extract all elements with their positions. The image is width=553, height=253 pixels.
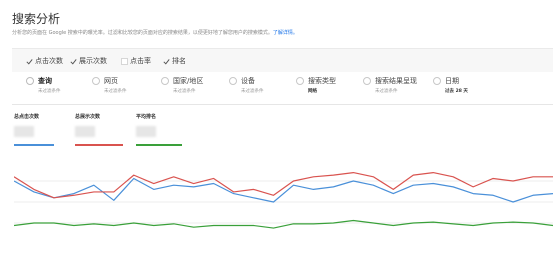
stat-color-line <box>75 144 123 146</box>
description-text: 分析您的页面在 Google 搜索中的曝光率。过滤和比较您的页面对应的搜索结果，… <box>12 30 273 36</box>
metric-toggle-impressions[interactable]: 展示次数 <box>70 56 107 66</box>
dimension-filter: 未过滤条件 <box>241 89 264 94</box>
dimension-label: 日期 <box>445 77 459 85</box>
dimension-label: 搜索结果呈现 <box>375 77 417 85</box>
dimension-label: 查询 <box>38 77 52 85</box>
stat-color-line <box>14 144 54 146</box>
dimension-bar: 查询 未过滤条件 网页 未过滤条件 国家/地区 未过滤条件 设备 未过滤条件 搜… <box>12 72 553 105</box>
dimension-label: 设备 <box>241 77 255 85</box>
dimension-filter: 网络 <box>308 89 317 94</box>
checkmark-icon <box>70 58 77 65</box>
radio-icon <box>229 77 237 85</box>
stat-total-clicks: 总点击次数 <box>14 113 54 146</box>
dimension-filter: 未过滤条件 <box>38 89 61 94</box>
dimension-filter: 未过滤条件 <box>173 89 196 94</box>
metric-label: 点击次数 <box>35 57 63 65</box>
stat-color-line <box>136 144 182 146</box>
checkmark-icon <box>163 58 170 65</box>
performance-line-chart <box>14 172 553 229</box>
stat-label: 总点击次数 <box>14 114 40 120</box>
radio-icon <box>161 77 169 85</box>
clicks-series-line <box>14 177 553 203</box>
stat-average-position: 平均排名 <box>136 113 182 146</box>
checkmark-icon <box>26 58 33 65</box>
stat-value-redacted <box>136 126 156 137</box>
learn-more-link[interactable]: 了解详情。 <box>273 30 298 36</box>
checkbox-icon <box>121 57 128 65</box>
position-series-line <box>14 219 553 229</box>
metric-label: 展示次数 <box>79 57 107 65</box>
dimension-label: 搜索类型 <box>308 77 336 85</box>
dimension-filter: 未过滤条件 <box>104 89 127 94</box>
stat-value-redacted <box>75 126 95 137</box>
metric-toggle-clicks[interactable]: 点击次数 <box>26 56 63 66</box>
stat-label: 平均排名 <box>136 114 157 120</box>
radio-icon <box>92 77 100 85</box>
radio-icon <box>433 77 441 85</box>
metric-toggle-bar: 点击次数 展示次数 点击率 排名 <box>12 48 553 74</box>
dimension-label: 网页 <box>104 77 118 85</box>
dimension-label: 国家/地区 <box>173 77 204 85</box>
page-title: 搜索分析 <box>12 12 61 26</box>
stat-value-redacted <box>14 126 34 137</box>
metric-label: 点击率 <box>130 57 151 65</box>
stat-label: 总展示次数 <box>75 114 101 120</box>
radio-icon <box>363 77 371 85</box>
page-description: 分析您的页面在 Google 搜索中的曝光率。过滤和比较您的页面对应的搜索结果，… <box>12 29 298 36</box>
metric-toggle-ctr[interactable]: 点击率 <box>121 56 151 66</box>
metric-label: 排名 <box>172 57 186 65</box>
dimension-filter: 未过滤条件 <box>375 89 398 94</box>
radio-icon <box>26 77 34 85</box>
metric-toggle-position[interactable]: 排名 <box>163 56 186 66</box>
dimension-filter: 过去 28 天 <box>445 89 468 94</box>
radio-icon <box>296 77 304 85</box>
stat-total-impressions: 总展示次数 <box>75 113 123 146</box>
